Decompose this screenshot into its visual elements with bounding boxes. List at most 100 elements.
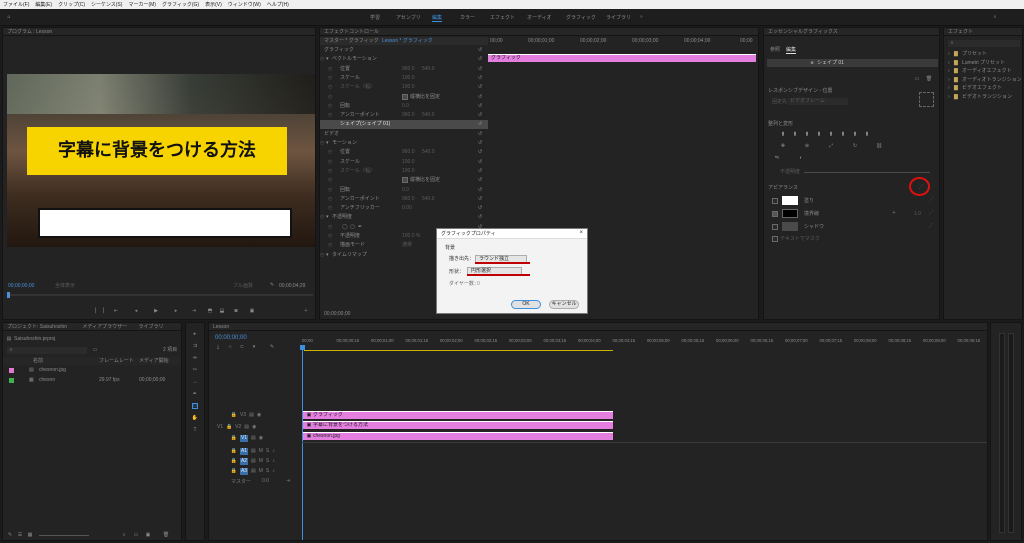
reset-icon[interactable]: ↺ bbox=[478, 84, 482, 90]
effect-property-value[interactable]: 960.0 bbox=[402, 196, 415, 202]
effect-property-row[interactable]: ▾ ◴ ベクトルモーション ↺ bbox=[320, 55, 488, 64]
workspace-tab-audio[interactable]: オーディオ bbox=[527, 14, 552, 21]
align-center-icon[interactable]: ▮ bbox=[792, 131, 798, 137]
distribute-h-icon[interactable]: ▮ bbox=[852, 131, 858, 137]
reset-icon[interactable]: ↺ bbox=[478, 214, 482, 220]
stroke-checkbox[interactable] bbox=[772, 211, 778, 217]
effect-property-row[interactable]: ◴ 縦横比を固定 ↺ bbox=[320, 176, 488, 185]
effect-property-row[interactable]: ◴ 回転 0.0 ↺ bbox=[320, 102, 488, 111]
chevron-right-icon[interactable]: › bbox=[948, 51, 950, 57]
lock-icon[interactable]: 🔒 bbox=[226, 424, 232, 430]
track-header-a3[interactable]: 🔒 A3 ▤ M S ♪ bbox=[231, 467, 275, 475]
reset-icon[interactable]: ↺ bbox=[478, 149, 482, 155]
column-media-start[interactable]: メディア開始 bbox=[139, 358, 169, 364]
link-icon[interactable]: ⛓ bbox=[876, 143, 882, 149]
label-color-chip[interactable] bbox=[9, 378, 14, 383]
new-layer-icon[interactable]: ▭ bbox=[914, 76, 920, 82]
snap-icon[interactable]: ∩ bbox=[227, 344, 233, 350]
column-frame-rate[interactable]: フレームレート bbox=[99, 358, 134, 364]
quality-select[interactable]: フル画質 bbox=[233, 283, 253, 289]
effects-folder[interactable]: › ▇ Lumetri プリセット bbox=[946, 59, 1022, 67]
effect-property-row[interactable]: ◴ アンカーポイント 960.0 540.0 ↺ bbox=[320, 195, 488, 204]
menu-view[interactable]: 表示(V) bbox=[205, 1, 222, 8]
nest-icon[interactable]: ⤓ bbox=[215, 344, 221, 350]
pin-diagram-icon[interactable] bbox=[919, 92, 934, 107]
stroke-color-swatch[interactable] bbox=[782, 209, 798, 218]
timeline-clip-graphic[interactable]: グラフィック bbox=[303, 411, 613, 419]
effect-property-value[interactable]: 100.0 bbox=[402, 75, 415, 81]
type-tool-icon[interactable]: T bbox=[192, 427, 198, 433]
effect-property-value[interactable]: 960.0 bbox=[402, 112, 415, 118]
effect-property-row[interactable]: ◴ 回転 0.0 ↺ bbox=[320, 186, 488, 195]
mark-in-icon[interactable]: ▕ bbox=[91, 308, 97, 314]
rotate-icon[interactable]: ↻ bbox=[852, 143, 858, 149]
stopwatch-icon[interactable]: ◴ bbox=[328, 149, 332, 155]
tab-browse[interactable]: 参照 bbox=[770, 47, 780, 53]
go-to-out-icon[interactable]: ⇥ bbox=[191, 308, 197, 314]
track-select-tool-icon[interactable]: ⇉ bbox=[192, 343, 198, 349]
effect-property-row[interactable]: グラフィック ↺ bbox=[320, 46, 488, 55]
mute-icon[interactable]: M bbox=[259, 458, 263, 464]
lock-icon[interactable]: 🔒 bbox=[231, 435, 237, 441]
find-icon[interactable]: ⌕ bbox=[121, 532, 127, 538]
effect-property-row[interactable]: ▾ ◴ モーション ↺ bbox=[320, 139, 488, 148]
stopwatch-icon[interactable]: ◴ bbox=[328, 168, 332, 174]
reset-icon[interactable]: ↺ bbox=[478, 47, 482, 53]
stopwatch-icon[interactable]: ◴ bbox=[328, 224, 332, 230]
effect-property-row[interactable]: ◴ アンチフリッカー 0.00 ↺ bbox=[320, 204, 488, 213]
reset-icon[interactable]: ↺ bbox=[478, 187, 482, 193]
add-button-icon[interactable]: + bbox=[303, 308, 309, 314]
add-marker-icon[interactable]: ▾ bbox=[251, 344, 257, 350]
timeline-ruler[interactable]: 00;00 00;00;00;15 00;00;01;00 00;00;01;15 00… bbox=[302, 337, 987, 345]
new-bin-icon[interactable]: ▭ bbox=[133, 532, 139, 538]
button-editor-icon[interactable]: ▣ bbox=[249, 308, 255, 314]
hand-tool-icon[interactable]: ✋ bbox=[192, 415, 198, 421]
align-middle-icon[interactable]: ▮ bbox=[828, 131, 834, 137]
lock-icon[interactable]: 🔒 bbox=[231, 458, 237, 464]
stopwatch-icon[interactable]: ◴ bbox=[328, 187, 332, 193]
sequence-clip-label[interactable]: Lesson * グラフィック bbox=[382, 38, 433, 44]
opacity-icon[interactable]: ◐ bbox=[798, 155, 804, 161]
track-header-a1[interactable]: 🔒 A1 ▤ M S ♪ bbox=[231, 447, 275, 455]
sync-icon[interactable]: ▤ bbox=[251, 435, 256, 441]
program-timecode-left[interactable]: 00;00;00;00 bbox=[8, 283, 34, 289]
stopwatch-icon[interactable]: ◴ bbox=[328, 242, 332, 248]
zoom-slider[interactable] bbox=[39, 535, 89, 536]
track-header-v2[interactable]: V1 🔒 V2 ▤ ◉ bbox=[217, 423, 256, 431]
slip-tool-icon[interactable]: ↔ bbox=[192, 379, 198, 385]
effect-property-value[interactable]: 540.0 bbox=[422, 149, 435, 155]
stopwatch-icon[interactable]: ◴ bbox=[328, 159, 332, 165]
anchor-icon[interactable]: ⊕ bbox=[804, 143, 810, 149]
track-label[interactable]: A2 bbox=[240, 457, 248, 465]
effect-property-value[interactable]: 0.0 bbox=[402, 187, 409, 193]
stopwatch-icon[interactable]: ◴ bbox=[328, 103, 332, 109]
media-browser-tab[interactable]: メディアブラウザー bbox=[82, 324, 127, 330]
effect-property-row[interactable]: シェイプ(シェイプ 01) ↺ bbox=[320, 120, 488, 130]
reset-icon[interactable]: ↺ bbox=[478, 112, 482, 118]
stopwatch-icon[interactable]: ◴ bbox=[328, 205, 332, 211]
ellipse-mask-icon[interactable]: ◯ bbox=[342, 224, 348, 230]
stopwatch-icon[interactable]: ◴ bbox=[328, 177, 332, 183]
effect-property-row[interactable]: ◴ スケール（幅） 100.0 ↺ bbox=[320, 167, 488, 176]
mute-icon[interactable]: M bbox=[259, 448, 263, 454]
library-tab[interactable]: ライブラリ bbox=[138, 324, 163, 330]
scale-icon[interactable]: ⤢ bbox=[828, 143, 834, 149]
align-top-icon[interactable]: ▮ bbox=[816, 131, 822, 137]
shadow-color-swatch[interactable] bbox=[782, 222, 798, 231]
track-header-v3[interactable]: 🔒 V3 ▤ ◉ bbox=[231, 411, 261, 419]
reset-icon[interactable]: ↺ bbox=[478, 94, 482, 100]
mic-icon[interactable]: ♪ bbox=[272, 468, 275, 474]
tab-edit[interactable]: 編集 bbox=[786, 47, 797, 54]
stopwatch-icon[interactable]: ◴ bbox=[320, 140, 324, 146]
effect-property-row[interactable]: ◴ スケール（幅） 100.0 ↺ bbox=[320, 83, 488, 92]
icon-view-icon[interactable]: ▦ bbox=[27, 532, 33, 538]
shadow-eyedropper-icon[interactable]: ⋰ bbox=[928, 223, 934, 229]
timeline-title[interactable]: Lesson bbox=[209, 323, 987, 331]
stopwatch-icon[interactable]: ◴ bbox=[328, 233, 332, 239]
playhead-handle[interactable] bbox=[300, 345, 305, 350]
effects-folder[interactable]: › ▇ オーディオトランジション bbox=[946, 76, 1022, 84]
effect-property-value[interactable]: 100.0 % bbox=[402, 233, 420, 239]
go-to-end-icon[interactable]: ⇥ bbox=[286, 478, 290, 484]
effect-property-value[interactable]: 通常 bbox=[402, 242, 412, 248]
reset-icon[interactable]: ↺ bbox=[478, 159, 482, 165]
